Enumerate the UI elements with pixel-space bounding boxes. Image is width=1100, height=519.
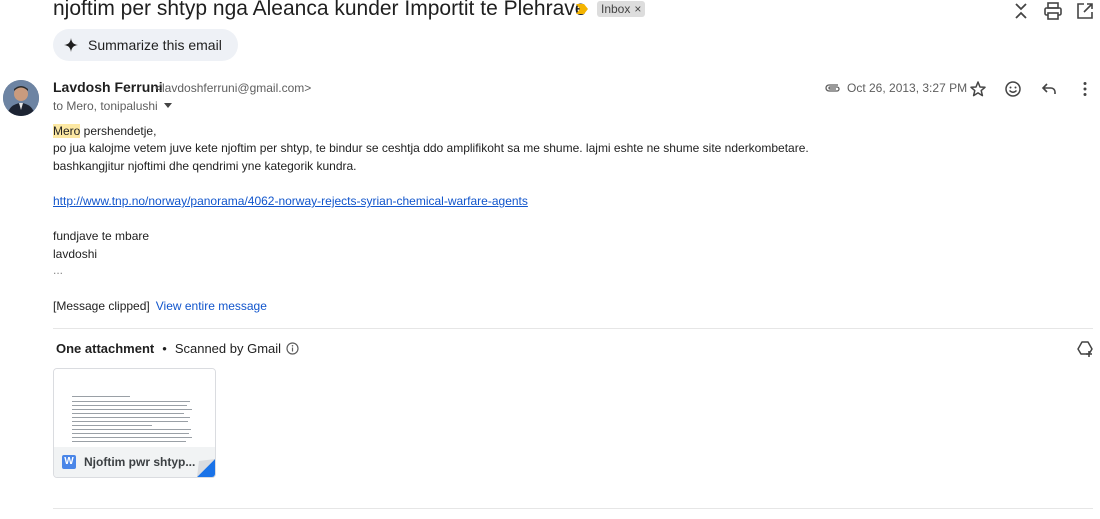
attachment-footer: W Njoftim pwr shtyp... bbox=[54, 447, 215, 477]
summarize-label: Summarize this email bbox=[88, 37, 222, 53]
message-clipped-notice: [Message clipped] View entire message bbox=[53, 299, 267, 313]
clipped-text: [Message clipped] bbox=[53, 299, 150, 313]
trimmed-content-ellipsis[interactable]: ... bbox=[53, 263, 63, 277]
collapse-all-icon[interactable] bbox=[1011, 1, 1031, 21]
attachments-title: One attachment bbox=[56, 341, 155, 356]
add-to-drive-icon[interactable] bbox=[1076, 340, 1094, 358]
body-greeting: Mero pershendetje, bbox=[53, 124, 156, 138]
importance-marker-icon[interactable] bbox=[575, 3, 589, 15]
email-date: Oct 26, 2013, 3:27 PM bbox=[847, 81, 968, 95]
word-document-icon: W bbox=[62, 455, 76, 469]
reply-icon[interactable] bbox=[1040, 80, 1058, 98]
recipients-text: to Mero, tonipalushi bbox=[53, 99, 158, 113]
attachment-preview bbox=[54, 369, 215, 447]
body-signoff: fundjave te mbare bbox=[53, 229, 150, 243]
greeting-rest: pershendetje, bbox=[80, 124, 157, 138]
more-vert-icon[interactable] bbox=[1076, 80, 1094, 98]
recipients-toggle[interactable]: to Mero, tonipalushi bbox=[53, 99, 172, 113]
sender-avatar[interactable] bbox=[3, 80, 39, 116]
inbox-label-badge: Inbox × bbox=[597, 1, 646, 17]
spark-icon bbox=[64, 38, 78, 52]
attachment-card[interactable]: W Njoftim pwr shtyp... bbox=[53, 368, 216, 478]
sender-name[interactable]: Lavdosh Ferruni bbox=[53, 79, 163, 95]
summarize-email-button[interactable]: Summarize this email bbox=[53, 29, 238, 61]
view-entire-message-link[interactable]: View entire message bbox=[156, 299, 267, 313]
open-in-new-window-icon[interactable] bbox=[1075, 1, 1095, 21]
emoji-icon[interactable] bbox=[1004, 80, 1022, 98]
sender-email: <lavdoshferruni@gmail.com> bbox=[155, 81, 312, 95]
header-separator: • bbox=[162, 341, 167, 356]
scan-status: Scanned by Gmail bbox=[174, 341, 282, 356]
inbox-label-text: Inbox bbox=[601, 2, 631, 16]
attachments-header: One attachment • Scanned by Gmail bbox=[56, 341, 299, 356]
body-line-3: bashkangjitur njoftimi dhe qendrimi yne … bbox=[53, 159, 357, 173]
info-icon[interactable] bbox=[286, 342, 299, 355]
paperclip-icon bbox=[825, 84, 840, 92]
body-line-2: po jua kalojme vetem juve kete njoftim p… bbox=[53, 141, 809, 155]
attachment-filename: Njoftim pwr shtyp... bbox=[84, 455, 196, 469]
remove-label-button[interactable]: × bbox=[634, 2, 641, 16]
attachments-divider bbox=[53, 328, 1093, 329]
avatar-photo bbox=[3, 80, 39, 116]
body-signature: lavdoshi bbox=[53, 247, 98, 261]
page-fold-corner bbox=[197, 459, 215, 477]
highlighted-name: Mero bbox=[53, 124, 81, 138]
bottom-divider bbox=[53, 508, 1093, 509]
print-icon[interactable] bbox=[1043, 1, 1063, 21]
body-link[interactable]: http://www.tnp.no/norway/panorama/4062-n… bbox=[53, 194, 528, 208]
email-subject: njoftim per shtyp nga Aleanca kunder Imp… bbox=[53, 0, 587, 20]
chevron-down-icon bbox=[163, 103, 172, 108]
star-icon[interactable] bbox=[969, 80, 987, 98]
